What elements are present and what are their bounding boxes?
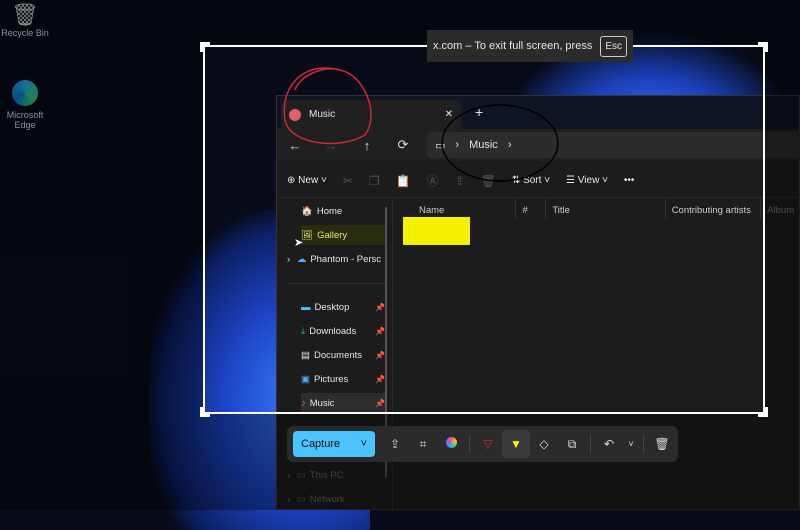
- resize-handle[interactable]: [758, 407, 768, 417]
- undo-icon[interactable]: ↶: [595, 437, 623, 451]
- eraser-icon[interactable]: ◇: [530, 437, 558, 451]
- text-actions-icon[interactable]: ⌗: [409, 437, 437, 452]
- resize-handle[interactable]: [758, 42, 768, 52]
- resize-handle[interactable]: [200, 42, 210, 52]
- capture-button[interactable]: Capture˅: [293, 431, 375, 457]
- shapes-icon[interactable]: ⧉: [558, 437, 586, 452]
- snipping-toolbar: Capture˅ ⇪ ⌗ ▽ ▼ ◇ ⧉ ↶ ˅ 🗑: [287, 426, 678, 462]
- divider: [643, 435, 644, 453]
- highlighter-icon[interactable]: ▼: [502, 430, 530, 458]
- pen-icon[interactable]: ▽: [474, 437, 502, 451]
- fullscreen-notice: x.com – To exit full screen, press Esc: [427, 30, 633, 62]
- divider: [590, 435, 591, 453]
- chevron-down-icon[interactable]: ˅: [361, 438, 367, 450]
- delete-icon[interactable]: 🗑: [648, 437, 676, 451]
- chevron-down-icon[interactable]: ˅: [623, 439, 639, 449]
- copilot-icon[interactable]: [437, 437, 465, 451]
- mouse-cursor: ➤: [294, 236, 303, 249]
- esc-key: Esc: [600, 36, 627, 57]
- share-icon[interactable]: ⇪: [381, 437, 409, 451]
- capture-selection-rectangle[interactable]: [203, 45, 765, 414]
- divider: [469, 435, 470, 453]
- resize-handle[interactable]: [200, 407, 210, 417]
